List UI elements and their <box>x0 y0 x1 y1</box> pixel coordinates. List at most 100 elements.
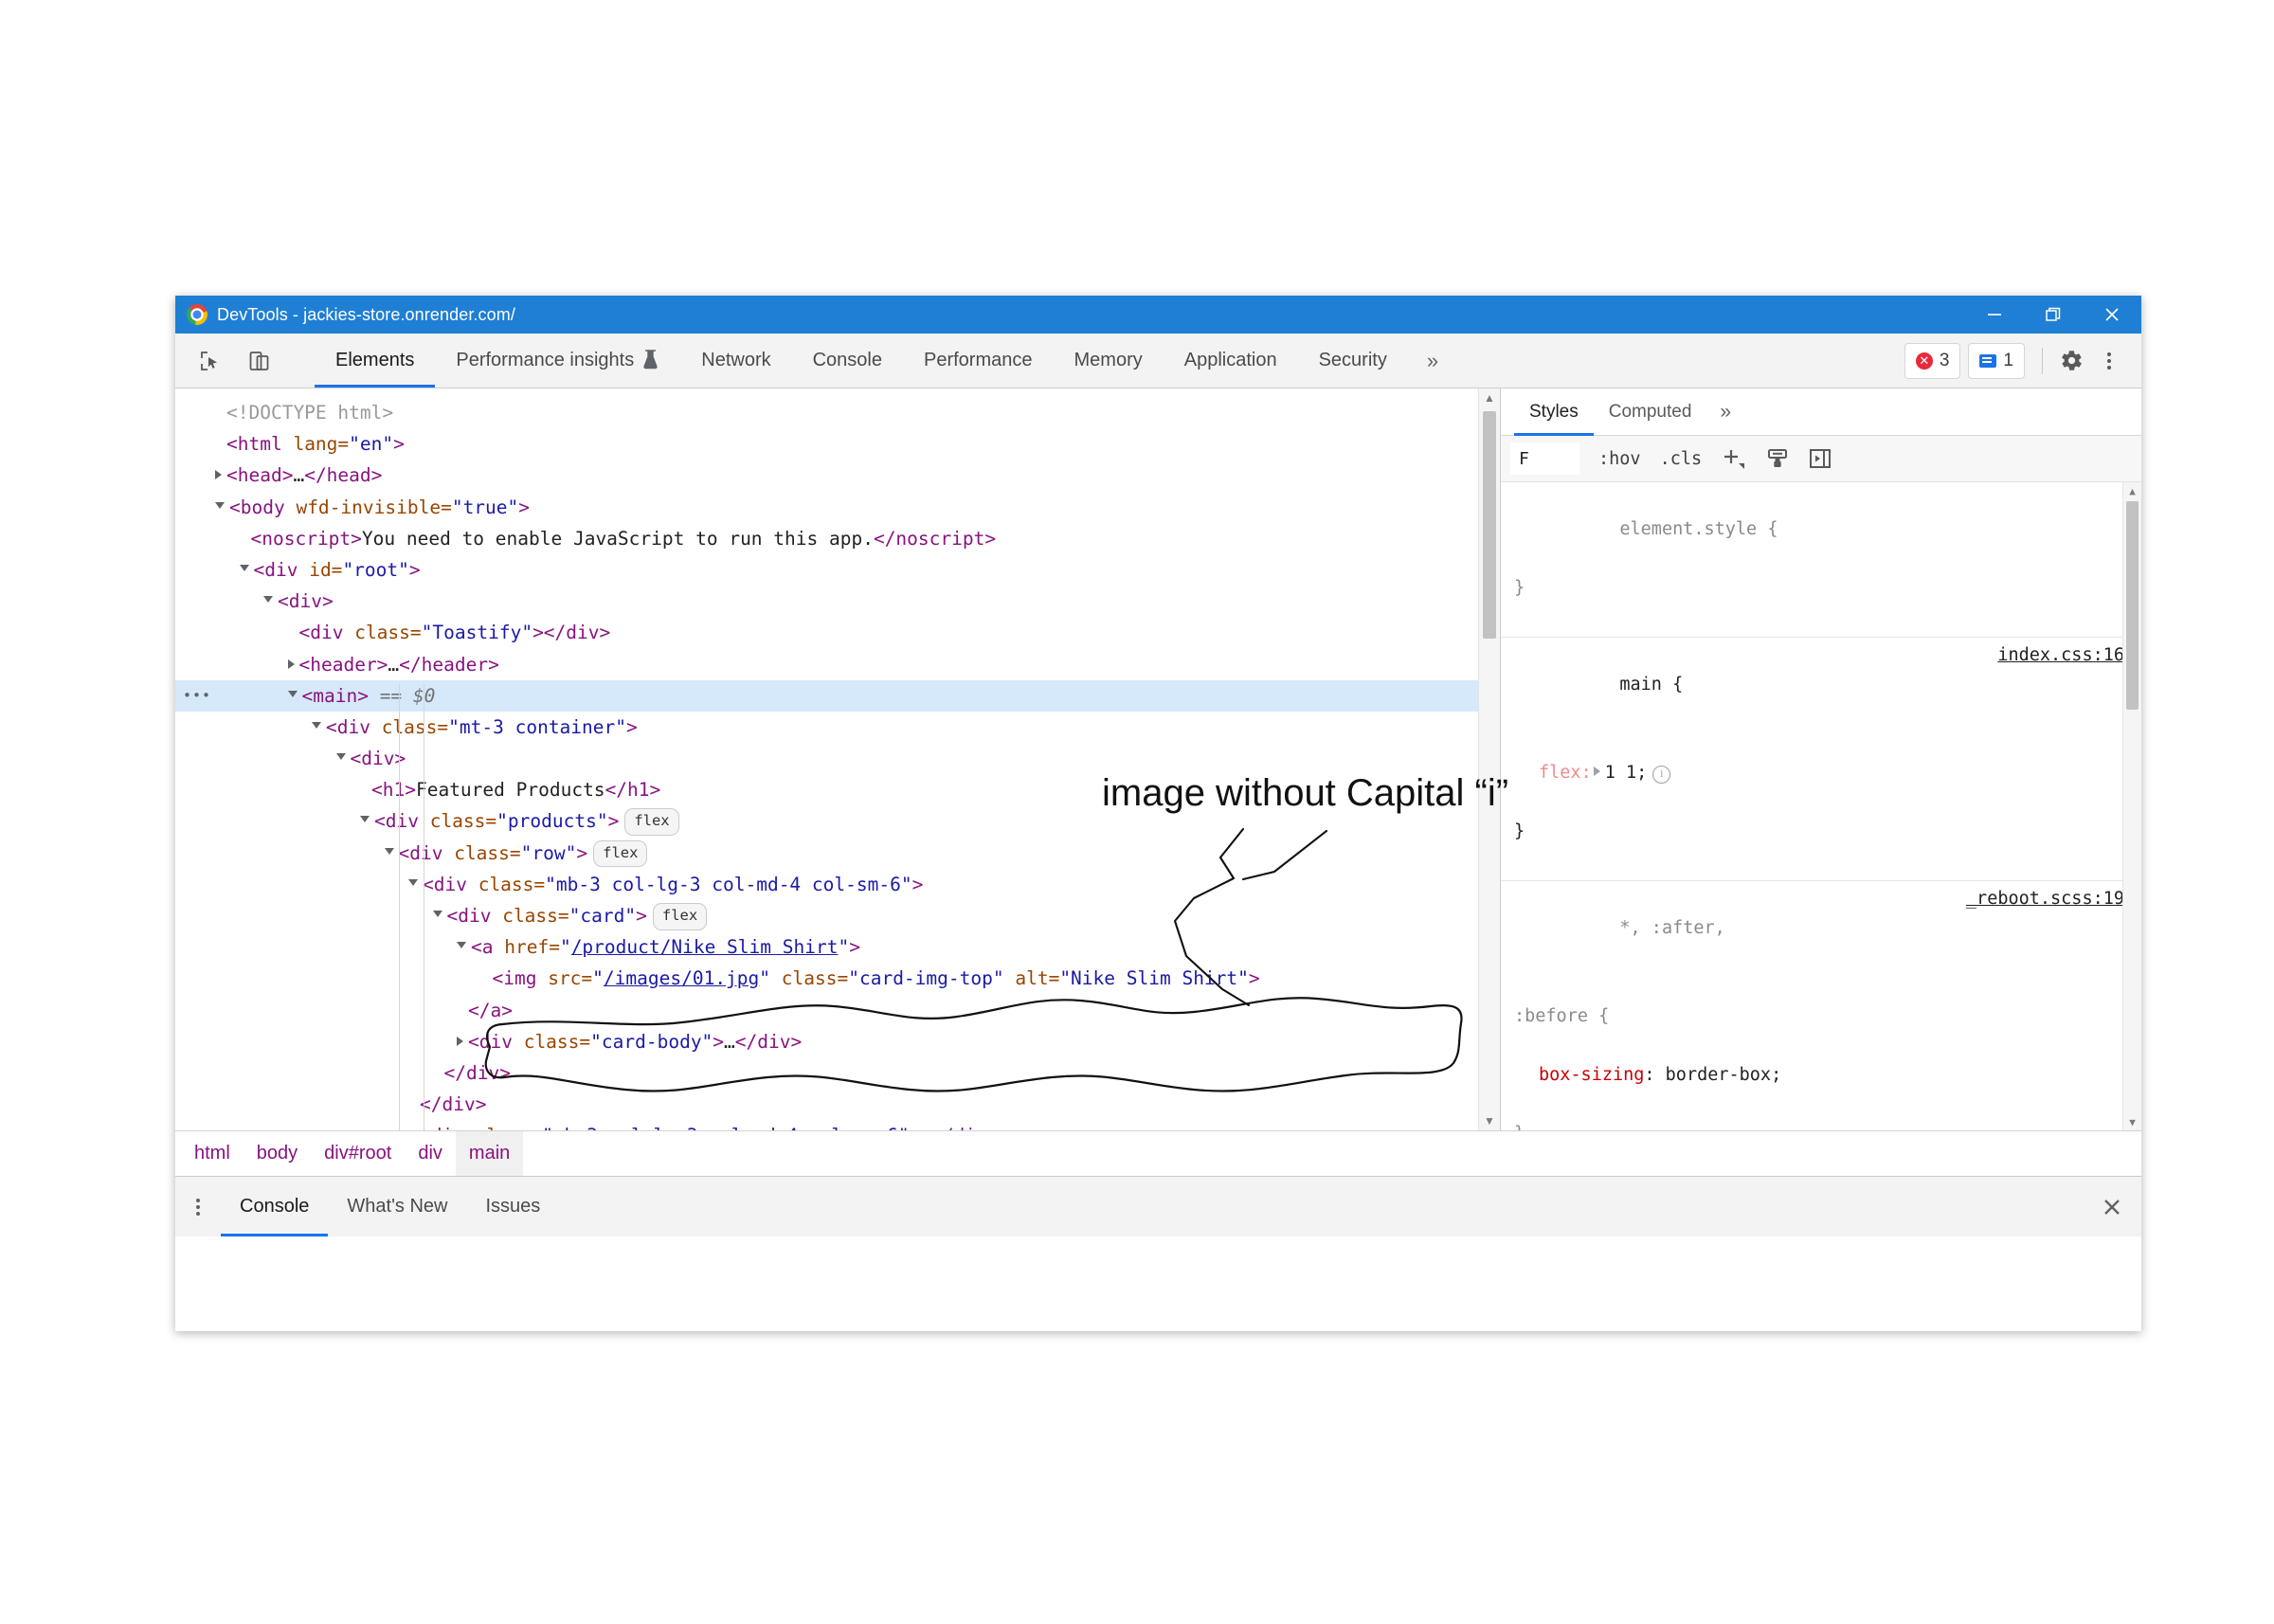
node-badge-dots[interactable]: ••• <box>183 680 211 712</box>
styles-scroll-up-icon[interactable]: ▲ <box>2123 482 2141 499</box>
add-rule-icon[interactable] <box>1721 446 1747 471</box>
dom-token-link[interactable]: /images/01.jpg <box>604 967 759 989</box>
breadcrumb-item-html[interactable]: html <box>181 1131 244 1176</box>
breadcrumb-item-body[interactable]: body <box>244 1131 311 1176</box>
tab-network[interactable]: Network <box>680 334 791 388</box>
flex-badge[interactable]: flex <box>624 808 679 836</box>
dom-tree[interactable]: <!DOCTYPE html> <html lang="en"> <head>…</… <box>175 388 1500 1130</box>
twisty-expanded-icon[interactable] <box>408 878 418 891</box>
twisty-expanded-icon[interactable] <box>360 816 370 827</box>
dom-node-row[interactable]: </a> <box>175 995 1500 1026</box>
dom-node-row[interactable]: <img src="/images/01.jpg" class="card-im… <box>175 963 1500 994</box>
style-rule-main[interactable]: main { index.css:16 flex: 1 1; i } <box>1501 638 2141 881</box>
styles-scroll-down-icon[interactable]: ▼ <box>2123 1113 2141 1130</box>
dom-node-row[interactable]: <div class="mb-3 col-lg-3 col-md-4 col-s… <box>175 869 1500 900</box>
styles-filter-input[interactable] <box>1510 442 1579 475</box>
declaration-property[interactable]: box-sizing <box>1539 1065 1644 1085</box>
scroll-thumb[interactable] <box>1483 411 1496 639</box>
tab-security[interactable]: Security <box>1298 334 1408 388</box>
twisty-expanded-icon[interactable] <box>239 564 249 576</box>
more-tabs-chevron-icon[interactable]: » <box>1408 334 1457 388</box>
dom-node-row[interactable]: <div> <box>175 586 1500 617</box>
drawer-tab-issues[interactable]: Issues <box>466 1177 559 1236</box>
dom-node-row[interactable]: ••• <main> == $0 <box>175 679 1500 712</box>
dom-node-row[interactable]: <div class="mb-3 col-lg-3 col-md-4 col-s… <box>175 1120 1500 1130</box>
scroll-up-icon[interactable]: ▲ <box>1479 388 1500 407</box>
dom-node-row[interactable]: <body wfd-invisible="true"> <box>175 492 1500 523</box>
dom-tree-pane[interactable]: <!DOCTYPE html> <html lang="en"> <head>…</… <box>175 388 1500 1130</box>
rule-origin-link[interactable]: _reboot.scss:19 <box>1966 884 2124 913</box>
drawer-tab-console[interactable]: Console <box>221 1177 329 1236</box>
twisty-expanded-icon[interactable] <box>335 753 346 765</box>
flex-badge[interactable]: flex <box>652 903 708 930</box>
gear-icon[interactable] <box>2052 342 2090 380</box>
error-count-badge[interactable]: ✕ 3 <box>1904 342 1961 379</box>
tab-computed[interactable]: Computed <box>1594 388 1707 435</box>
device-toolbar-icon[interactable] <box>242 343 278 379</box>
flex-badge[interactable]: flex <box>593 839 648 868</box>
cls-toggle[interactable]: .cls <box>1660 449 1703 469</box>
dom-node-row[interactable]: <div class="mt-3 container"> <box>175 712 1500 743</box>
expand-triangle-icon[interactable] <box>1593 767 1600 776</box>
twisty-expanded-icon[interactable] <box>263 596 273 607</box>
dom-node-row[interactable]: <div class="Toastify"></div> <box>175 617 1500 648</box>
breadcrumb-item-div[interactable]: div <box>405 1131 456 1176</box>
style-brush-icon[interactable] <box>1766 447 1789 470</box>
declaration-property[interactable]: flex <box>1539 763 1581 783</box>
tab-elements[interactable]: Elements <box>315 334 436 388</box>
twisty-collapsed-icon[interactable] <box>215 470 222 480</box>
toggle-sidebar-icon[interactable] <box>1808 447 1832 470</box>
dom-scrollbar[interactable]: ▲ ▼ <box>1478 388 1500 1130</box>
dom-node-row[interactable]: <div class="row"> flex <box>175 838 1500 869</box>
drawer-kebab-menu-icon[interactable] <box>175 1177 221 1236</box>
info-icon[interactable]: i <box>1652 766 1671 784</box>
dom-node-row[interactable]: <!DOCTYPE html> <box>175 397 1500 428</box>
drawer-close-icon[interactable] <box>2083 1177 2141 1236</box>
twisty-collapsed-icon[interactable] <box>457 1036 463 1046</box>
dom-node-row[interactable]: <a href="/product/Nike Slim Shirt"> <box>175 931 1500 963</box>
twisty-expanded-icon[interactable] <box>287 690 298 702</box>
hov-toggle[interactable]: :hov <box>1598 449 1641 469</box>
minimize-icon[interactable] <box>1965 296 2024 334</box>
twisty-expanded-icon[interactable] <box>312 721 321 733</box>
message-count-badge[interactable]: 1 <box>1968 342 2025 379</box>
declaration-value[interactable]: border-box <box>1666 1065 1771 1085</box>
styles-more-chevron-icon[interactable]: » <box>1706 388 1744 435</box>
twisty-expanded-icon[interactable] <box>432 911 442 922</box>
dom-node-row[interactable]: <div id="root"> <box>175 554 1500 586</box>
dom-node-row[interactable]: </div> <box>175 1089 1500 1120</box>
breadcrumb-item-main[interactable]: main <box>455 1131 524 1176</box>
styles-scroll-thumb[interactable] <box>2126 501 2139 710</box>
tab-memory[interactable]: Memory <box>1054 334 1164 388</box>
drawer-tab-whats-new[interactable]: What's New <box>328 1177 466 1236</box>
dom-node-row[interactable]: <html lang="en"> <box>175 428 1500 460</box>
declaration-value[interactable]: 1 1 <box>1605 763 1636 783</box>
close-icon[interactable] <box>2083 296 2141 334</box>
dom-node-row[interactable]: </div> <box>175 1057 1500 1089</box>
dom-node-row[interactable]: <div class="card-body">…</div> <box>175 1026 1500 1057</box>
rule-origin-link[interactable]: index.css:16 <box>1997 641 2124 670</box>
dom-node-row[interactable]: <noscript>You need to enable JavaScript … <box>175 523 1500 554</box>
dom-node-row[interactable]: <head>…</head> <box>175 460 1500 491</box>
style-rule-reboot[interactable]: *, :after, _reboot.scss:19 :before { box… <box>1501 881 2141 1130</box>
twisty-expanded-icon[interactable] <box>215 501 225 514</box>
kebab-menu-icon[interactable] <box>2090 342 2128 380</box>
inspect-element-icon[interactable] <box>192 343 228 379</box>
tab-console[interactable]: Console <box>792 334 903 388</box>
dom-node-row[interactable]: <header>…</header> <box>175 649 1500 680</box>
tab-performance[interactable]: Performance <box>903 334 1054 388</box>
style-rule-element-style[interactable]: element.style { } <box>1501 482 2141 638</box>
breadcrumb-item-div-root[interactable]: div#root <box>311 1131 405 1176</box>
dom-token-link[interactable]: /product/Nike Slim Shirt <box>571 936 839 958</box>
styles-scrollbar[interactable]: ▲ ▼ <box>2122 482 2141 1130</box>
twisty-collapsed-icon[interactable] <box>287 659 295 669</box>
dom-node-row[interactable]: <div class="card"> flex <box>175 900 1500 931</box>
tab-performance-insights[interactable]: Performance insights <box>435 334 680 388</box>
dom-node-row[interactable]: <div> <box>175 743 1500 774</box>
tab-styles[interactable]: Styles <box>1514 388 1594 436</box>
styles-rules-list[interactable]: element.style { } main { index.css:16 fl… <box>1501 482 2141 1130</box>
twisty-expanded-icon[interactable] <box>384 847 394 859</box>
twisty-expanded-icon[interactable] <box>457 942 466 953</box>
restore-icon[interactable] <box>2024 296 2083 334</box>
tab-application[interactable]: Application <box>1164 334 1298 388</box>
